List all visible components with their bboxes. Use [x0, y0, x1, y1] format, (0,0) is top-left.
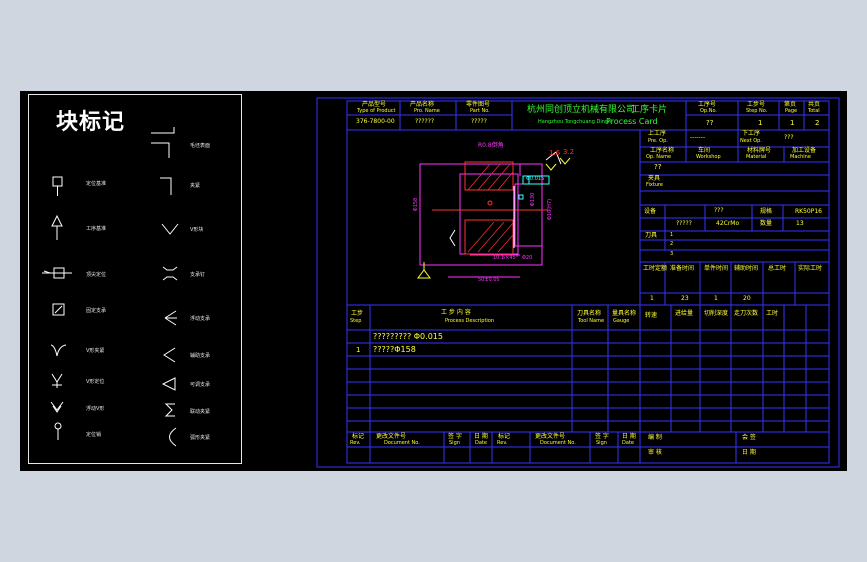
cutter-row-3: 3	[670, 251, 674, 257]
product-name-en: Pro. Name	[414, 108, 440, 114]
step-no-en: Step No.	[746, 108, 768, 114]
cutter-row-1: 1	[670, 232, 674, 238]
time-header-5: 总工时	[768, 265, 787, 272]
dim-outer-dia: Φ158	[413, 197, 420, 212]
product-name-value: ??????	[415, 118, 435, 125]
time-value-3: 1	[714, 295, 718, 302]
total-value: 2	[815, 119, 820, 127]
time-value-1: 1	[650, 295, 654, 302]
col-speed: 转速	[645, 312, 658, 319]
col-passes: 走刀次数	[734, 310, 759, 317]
workshop-en: Workshop	[696, 154, 721, 160]
time-value-2: 23	[681, 295, 689, 302]
footer-label-en-4: Sign	[449, 440, 460, 446]
footer-label-en-3: Document No.	[384, 440, 420, 446]
time-header-1: 工时定额	[643, 265, 668, 272]
dim-tolerance: Φ0.015	[526, 176, 545, 182]
time-header-3: 单件时间	[704, 265, 729, 272]
page-en: Page	[785, 108, 798, 114]
dim-length-a: 10.1	[493, 255, 505, 261]
footer-label-en-8: Document No.	[540, 440, 576, 446]
qty-label: 数量	[760, 220, 773, 227]
part-code-en: Part No.	[470, 108, 490, 114]
cutter-row-2: 2	[670, 241, 674, 247]
prev-op-label: 上工序	[648, 130, 667, 137]
part-code-value: ?????	[471, 118, 487, 125]
approve-label: 会 签	[742, 434, 756, 441]
equipment-label: 设备	[644, 208, 657, 215]
footer-label-en-10: Date	[622, 440, 634, 446]
fixture-en: Fixture	[646, 182, 664, 188]
process-name-value: ??	[654, 163, 662, 171]
col-measure-en: Gauge	[613, 318, 630, 324]
op-no-en: Op.No.	[700, 108, 717, 114]
process-name-en: Op. Name	[646, 154, 672, 160]
page-value: 1	[790, 119, 795, 127]
col-content-en: Process Description	[445, 318, 495, 324]
col-hours: 工时	[766, 310, 779, 317]
step-row-2-content[interactable]: ?????Φ158	[373, 346, 416, 354]
fixture-value: ???	[714, 207, 724, 214]
product-model-value: 376-7800-00	[356, 118, 395, 125]
dim-chamfer-angle: 5×45°	[502, 255, 519, 261]
col-feed: 进给量	[675, 310, 694, 317]
company-name: 杭州同创顶立机械有限公司	[527, 105, 636, 115]
col-step-no: 工步	[351, 310, 364, 317]
time-header-4: 辅助时间	[734, 265, 759, 272]
roughness-b: 3.2	[563, 148, 575, 156]
part-drawing	[417, 151, 571, 279]
footer-label-en-9: Sign	[596, 440, 607, 446]
next-op-label: 下工序	[742, 130, 761, 137]
card-title-en: Process Card	[606, 117, 658, 126]
time-header-6: 实际工时	[798, 265, 823, 272]
dim-hole: Φ10(H7)	[547, 198, 554, 221]
machine-en: Machine	[790, 154, 811, 160]
next-op-value: ???	[784, 134, 794, 141]
footer-label-en-5: Date	[475, 440, 487, 446]
spec-label: 规格	[760, 208, 773, 215]
card-title: 工序卡片	[631, 105, 668, 115]
col-step-no-en: Step	[350, 318, 362, 324]
dim-total-length: 50±0.05	[478, 277, 500, 283]
company-name-en: Hangzhou Tongchuang Dingli	[538, 119, 611, 125]
dim-bore-dia: Φ130	[530, 192, 537, 207]
roughness-a: 1.6	[549, 149, 561, 157]
check-label: 审 核	[648, 449, 662, 456]
col-depth: 切削深度	[704, 310, 729, 317]
spec-value: RK50P16	[795, 208, 822, 215]
col-measure: 量具名称	[612, 310, 637, 317]
total-en: Total	[808, 108, 820, 114]
cutter-label: 刀具	[645, 232, 658, 239]
qty-value: 13	[796, 220, 804, 227]
prev-op-value: -------	[690, 134, 706, 141]
equipment-value: 42CrMo	[716, 220, 740, 227]
prev-op-en: Pre. Op.	[648, 138, 668, 144]
next-op-en: Next Op.	[740, 138, 762, 144]
step-row-1-content[interactable]: ????????? Φ0.015	[373, 333, 443, 341]
step-no-value: 1	[758, 119, 763, 127]
op-no-value: ??	[706, 119, 714, 127]
footer-label-en-6: Rev.	[497, 440, 508, 446]
date-label: 日 期	[742, 449, 756, 456]
machine-value: ?????	[676, 220, 692, 227]
time-value-4: 20	[743, 295, 751, 302]
col-tool: 刀具名称	[577, 310, 602, 317]
step-row-2-no[interactable]: 1	[356, 347, 360, 354]
footer-label-en-1: Rev.	[350, 440, 361, 446]
col-content: 工 步 内 容	[441, 309, 471, 316]
design-label: 编 制	[648, 434, 662, 441]
col-tool-en: Tool Name	[578, 318, 605, 324]
dim-chamfer: R0.8倒角	[478, 142, 504, 149]
time-header-2: 准备时间	[670, 265, 695, 272]
dim-small-dia: Φ20	[522, 255, 533, 261]
material-en: Material	[746, 154, 767, 160]
product-model-en: Type of Product	[357, 108, 396, 114]
